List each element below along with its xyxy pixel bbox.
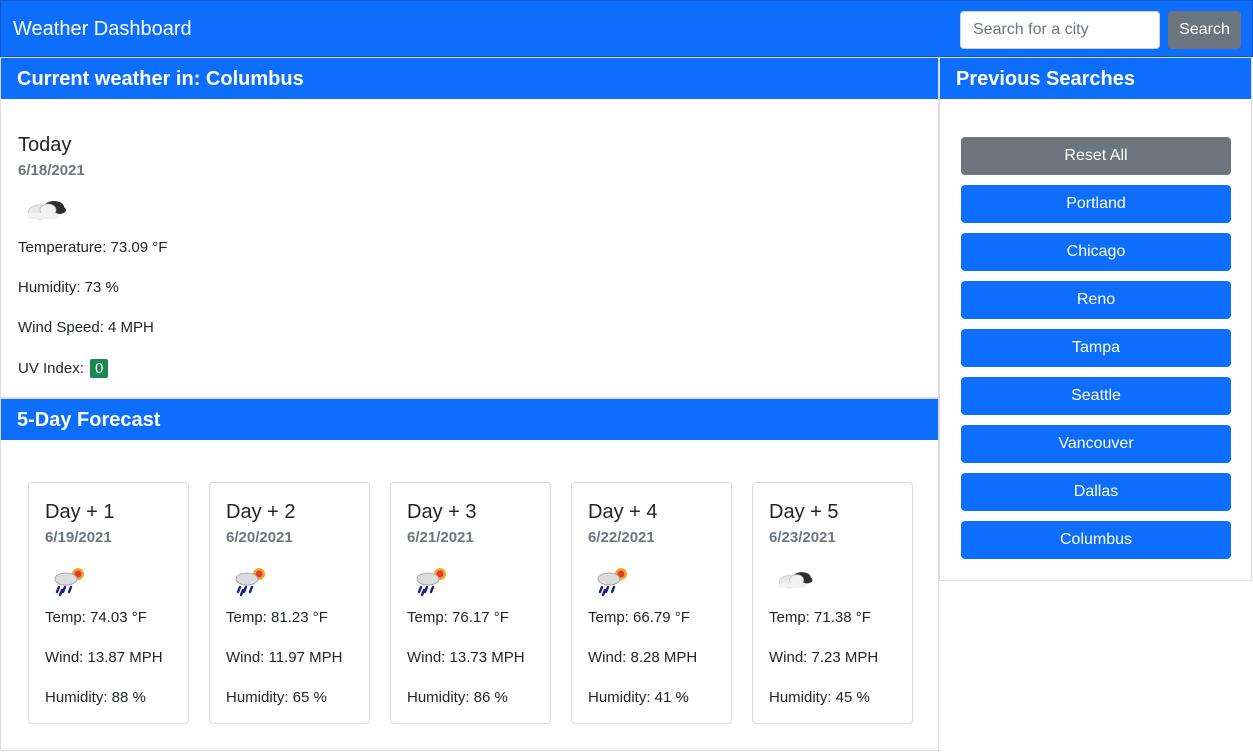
search-button[interactable]: Search bbox=[1168, 11, 1241, 49]
forecast-wind: Wind: 13.73 MPH bbox=[407, 649, 525, 666]
forecast-day-title: Day + 4 bbox=[588, 501, 658, 523]
city-search-input[interactable] bbox=[960, 11, 1160, 49]
cloud-icon bbox=[778, 572, 813, 589]
previous-searches-header: Previous Searches bbox=[940, 58, 1251, 99]
rain-sun-icon bbox=[235, 568, 265, 597]
cloud-icon bbox=[27, 201, 66, 220]
forecast-date: 6/20/2021 bbox=[226, 529, 293, 546]
forecast-temp: Temp: 81.23 °F bbox=[226, 609, 328, 626]
forecast-day-card: Day + 1 6/19/2021 Temp: 74.03 °F Wind: 1… bbox=[28, 482, 189, 724]
current-day-title: Today bbox=[18, 134, 72, 156]
forecast-humidity: Humidity: 41 % bbox=[588, 689, 689, 706]
history-city-button[interactable]: Reno bbox=[961, 281, 1231, 319]
forecast-humidity: Humidity: 88 % bbox=[45, 689, 146, 706]
reset-all-button[interactable]: Reset All bbox=[961, 137, 1231, 175]
forecast-humidity: Humidity: 65 % bbox=[226, 689, 327, 706]
history-city-button[interactable]: Chicago bbox=[961, 233, 1231, 271]
forecast-wind: Wind: 7.23 MPH bbox=[769, 649, 879, 666]
forecast-day-title: Day + 5 bbox=[769, 501, 839, 523]
forecast-day-title: Day + 2 bbox=[226, 501, 296, 523]
rain-sun-icon bbox=[597, 568, 627, 597]
history-city-button[interactable]: Dallas bbox=[961, 473, 1231, 511]
forecast-humidity: Humidity: 45 % bbox=[769, 689, 870, 706]
current-uv-index: UV Index: 0 bbox=[18, 359, 109, 378]
current-date: 6/18/2021 bbox=[18, 162, 85, 179]
forecast-date: 6/21/2021 bbox=[407, 529, 474, 546]
rain-sun-icon bbox=[54, 568, 84, 597]
forecast-wind: Wind: 13.87 MPH bbox=[45, 649, 163, 666]
forecast-wind: Wind: 11.97 MPH bbox=[226, 649, 343, 666]
forecast-day-card: Day + 4 6/22/2021 Temp: 66.79 °F Wind: 8… bbox=[571, 482, 732, 724]
history-city-button[interactable]: Seattle bbox=[961, 377, 1231, 415]
current-wind-speed: Wind Speed: 4 MPH bbox=[18, 319, 154, 336]
history-city-button[interactable]: Columbus bbox=[961, 521, 1231, 559]
navbar: Weather Dashboard Search bbox=[0, 0, 1253, 57]
history-city-button[interactable]: Vancouver bbox=[961, 425, 1231, 463]
current-humidity: Humidity: 73 % bbox=[18, 279, 119, 296]
uv-label: UV Index: bbox=[18, 360, 84, 377]
forecast-temp: Temp: 76.17 °F bbox=[407, 609, 509, 626]
forecast-header: 5-Day Forecast bbox=[1, 399, 938, 440]
forecast-day-card: Day + 5 6/23/2021 Temp: 71.38 °F Wind: 7… bbox=[752, 482, 913, 724]
forecast-temp: Temp: 71.38 °F bbox=[769, 609, 871, 626]
current-weather-header: Current weather in: Columbus bbox=[1, 58, 938, 99]
current-weather-card: Current weather in: Columbus Today 6/18/… bbox=[0, 57, 939, 398]
rain-sun-icon bbox=[416, 568, 446, 597]
forecast-date: 6/22/2021 bbox=[588, 529, 655, 546]
history-city-button[interactable]: Tampa bbox=[961, 329, 1231, 367]
uv-badge: 0 bbox=[90, 359, 109, 378]
forecast-day-title: Day + 3 bbox=[407, 501, 477, 523]
forecast-humidity: Humidity: 86 % bbox=[407, 689, 508, 706]
forecast-temp: Temp: 66.79 °F bbox=[588, 609, 690, 626]
forecast-day-card: Day + 3 6/21/2021 Temp: 76.17 °F Wind: 1… bbox=[390, 482, 551, 724]
forecast-wind: Wind: 8.28 MPH bbox=[588, 649, 698, 666]
history-city-button[interactable]: Portland bbox=[961, 185, 1231, 223]
forecast-day-title: Day + 1 bbox=[45, 501, 115, 523]
forecast-date: 6/19/2021 bbox=[45, 529, 112, 546]
forecast-card: 5-Day Forecast Day + 1 6/19/2021 Temp: 7… bbox=[0, 398, 939, 751]
forecast-day-card: Day + 2 6/20/2021 Temp: 81.23 °F Wind: 1… bbox=[209, 482, 370, 724]
forecast-temp: Temp: 74.03 °F bbox=[45, 609, 147, 626]
app-title: Weather Dashboard bbox=[13, 18, 192, 40]
previous-searches-card: Previous Searches Reset All Portland Chi… bbox=[939, 57, 1252, 581]
forecast-date: 6/23/2021 bbox=[769, 529, 836, 546]
current-temperature: Temperature: 73.09 °F bbox=[18, 239, 168, 256]
